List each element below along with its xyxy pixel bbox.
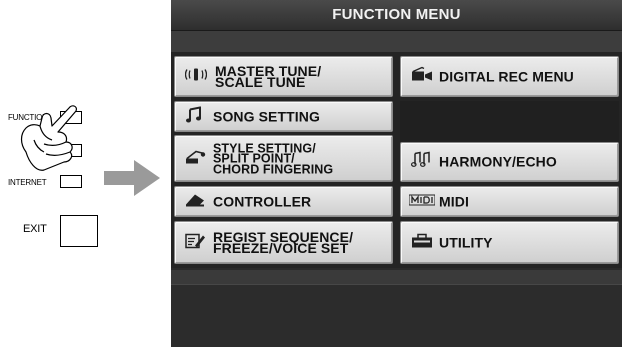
bottom-divider <box>171 284 622 285</box>
menu-item-label: MASTER TUNE/ SCALE TUNE <box>215 62 322 90</box>
menu-item-midi[interactable]: MIDI <box>400 186 619 217</box>
right-arrow-icon <box>104 160 160 196</box>
sub-header-bar <box>171 31 622 53</box>
menu-item-digital-rec[interactable]: DIGITAL REC MENU <box>400 56 619 97</box>
toolbox-icon <box>411 232 433 253</box>
menu-item-controller[interactable]: CONTROLLER <box>174 186 393 217</box>
menu-item-song-setting[interactable]: SONG SETTING <box>174 101 393 132</box>
digital-rec-icon <box>411 66 433 87</box>
menu-item-label: STYLE SETTING/ SPLIT POINT/ CHORD FINGER… <box>213 140 334 176</box>
menu-item-label: UTILITY <box>439 234 493 250</box>
menu-item-label: MIDI <box>439 193 469 209</box>
screen-title: FUNCTION MENU <box>171 0 622 31</box>
lcd-screen: FUNCTION MENU MASTER TUNE/ SCALE TUNE SO… <box>171 0 622 347</box>
menu-item-master-tune[interactable]: MASTER TUNE/ SCALE TUNE <box>174 56 393 97</box>
harmony-icon <box>410 151 433 173</box>
function-menu: MASTER TUNE/ SCALE TUNE SONG SETTING STY… <box>171 52 622 268</box>
menu-item-harmony-echo[interactable]: HARMONY/ECHO <box>400 142 619 182</box>
exit-button[interactable] <box>60 215 98 247</box>
music-note-icon <box>186 105 202 127</box>
pedal-icon <box>185 192 205 211</box>
menu-item-label: SONG SETTING <box>213 108 320 124</box>
bottom-bar <box>171 270 622 347</box>
tuning-fork-icon <box>184 66 208 87</box>
menu-item-utility[interactable]: UTILITY <box>400 221 619 264</box>
pointing-hand-icon <box>20 105 77 171</box>
menu-item-label: DIGITAL REC MENU <box>439 68 574 84</box>
menu-item-label: CONTROLLER <box>213 193 312 209</box>
midi-icon <box>408 193 436 211</box>
exit-label: EXIT <box>23 223 47 235</box>
style-icon <box>184 148 206 169</box>
menu-item-label: HARMONY/ECHO <box>439 153 557 170</box>
menu-item-style-setting[interactable]: STYLE SETTING/ SPLIT POINT/ CHORD FINGER… <box>174 135 393 182</box>
regist-icon <box>185 232 205 253</box>
menu-item-label: REGIST SEQUENCE/ FREEZE/VOICE SET <box>213 228 354 256</box>
menu-item-regist-sequence[interactable]: REGIST SEQUENCE/ FREEZE/VOICE SET <box>174 221 393 264</box>
